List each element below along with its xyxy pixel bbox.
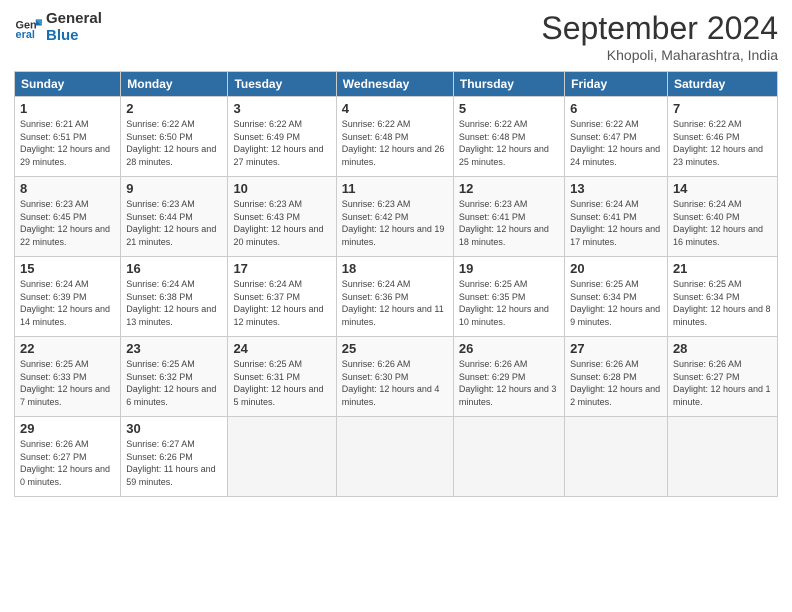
col-sunday: Sunday (15, 72, 121, 97)
col-thursday: Thursday (453, 72, 564, 97)
cell-7: 7 Sunrise: 6:22 AMSunset: 6:46 PMDayligh… (667, 97, 777, 177)
cell-16: 16 Sunrise: 6:24 AMSunset: 6:38 PMDaylig… (121, 257, 228, 337)
col-friday: Friday (565, 72, 668, 97)
col-tuesday: Tuesday (228, 72, 336, 97)
cell-25: 25 Sunrise: 6:26 AMSunset: 6:30 PMDaylig… (336, 337, 453, 417)
col-saturday: Saturday (667, 72, 777, 97)
cell-23: 23 Sunrise: 6:25 AMSunset: 6:32 PMDaylig… (121, 337, 228, 417)
cell-empty-2 (336, 417, 453, 497)
col-wednesday: Wednesday (336, 72, 453, 97)
cell-9: 9 Sunrise: 6:23 AMSunset: 6:44 PMDayligh… (121, 177, 228, 257)
logo-text: General (46, 10, 102, 27)
table-row: 29 Sunrise: 6:26 AMSunset: 6:27 PMDaylig… (15, 417, 778, 497)
cell-2: 2 Sunrise: 6:22 AMSunset: 6:50 PMDayligh… (121, 97, 228, 177)
cell-11: 11 Sunrise: 6:23 AMSunset: 6:42 PMDaylig… (336, 177, 453, 257)
col-monday: Monday (121, 72, 228, 97)
logo-icon: Gen eral (14, 13, 42, 41)
cell-12: 12 Sunrise: 6:23 AMSunset: 6:41 PMDaylig… (453, 177, 564, 257)
cell-6: 6 Sunrise: 6:22 AMSunset: 6:47 PMDayligh… (565, 97, 668, 177)
cell-4: 4 Sunrise: 6:22 AMSunset: 6:48 PMDayligh… (336, 97, 453, 177)
table-row: 1 Sunrise: 6:21 AMSunset: 6:51 PMDayligh… (15, 97, 778, 177)
logo-blue-text: Blue (46, 27, 102, 44)
table-row: 8 Sunrise: 6:23 AMSunset: 6:45 PMDayligh… (15, 177, 778, 257)
cell-empty-5 (667, 417, 777, 497)
cell-1: 1 Sunrise: 6:21 AMSunset: 6:51 PMDayligh… (15, 97, 121, 177)
title-block: September 2024 Khopoli, Maharashtra, Ind… (541, 10, 778, 63)
cell-17: 17 Sunrise: 6:24 AMSunset: 6:37 PMDaylig… (228, 257, 336, 337)
cell-empty-4 (565, 417, 668, 497)
svg-text:eral: eral (16, 29, 35, 41)
cell-14: 14 Sunrise: 6:24 AMSunset: 6:40 PMDaylig… (667, 177, 777, 257)
cell-5: 5 Sunrise: 6:22 AMSunset: 6:48 PMDayligh… (453, 97, 564, 177)
cell-27: 27 Sunrise: 6:26 AMSunset: 6:28 PMDaylig… (565, 337, 668, 417)
cell-3: 3 Sunrise: 6:22 AMSunset: 6:49 PMDayligh… (228, 97, 336, 177)
cell-26: 26 Sunrise: 6:26 AMSunset: 6:29 PMDaylig… (453, 337, 564, 417)
cell-15: 15 Sunrise: 6:24 AMSunset: 6:39 PMDaylig… (15, 257, 121, 337)
cell-8: 8 Sunrise: 6:23 AMSunset: 6:45 PMDayligh… (15, 177, 121, 257)
cell-18: 18 Sunrise: 6:24 AMSunset: 6:36 PMDaylig… (336, 257, 453, 337)
cell-10: 10 Sunrise: 6:23 AMSunset: 6:43 PMDaylig… (228, 177, 336, 257)
cell-20: 20 Sunrise: 6:25 AMSunset: 6:34 PMDaylig… (565, 257, 668, 337)
logo: Gen eral General Blue (14, 10, 102, 45)
cell-13: 13 Sunrise: 6:24 AMSunset: 6:41 PMDaylig… (565, 177, 668, 257)
cell-29: 29 Sunrise: 6:26 AMSunset: 6:27 PMDaylig… (15, 417, 121, 497)
cell-21: 21 Sunrise: 6:25 AMSunset: 6:34 PMDaylig… (667, 257, 777, 337)
cell-empty-3 (453, 417, 564, 497)
cell-28: 28 Sunrise: 6:26 AMSunset: 6:27 PMDaylig… (667, 337, 777, 417)
table-row: 22 Sunrise: 6:25 AMSunset: 6:33 PMDaylig… (15, 337, 778, 417)
month-title: September 2024 (541, 10, 778, 47)
cell-22: 22 Sunrise: 6:25 AMSunset: 6:33 PMDaylig… (15, 337, 121, 417)
location-subtitle: Khopoli, Maharashtra, India (541, 47, 778, 63)
cell-24: 24 Sunrise: 6:25 AMSunset: 6:31 PMDaylig… (228, 337, 336, 417)
cell-30: 30 Sunrise: 6:27 AMSunset: 6:26 PMDaylig… (121, 417, 228, 497)
cell-19: 19 Sunrise: 6:25 AMSunset: 6:35 PMDaylig… (453, 257, 564, 337)
table-row: 15 Sunrise: 6:24 AMSunset: 6:39 PMDaylig… (15, 257, 778, 337)
cell-empty-1 (228, 417, 336, 497)
